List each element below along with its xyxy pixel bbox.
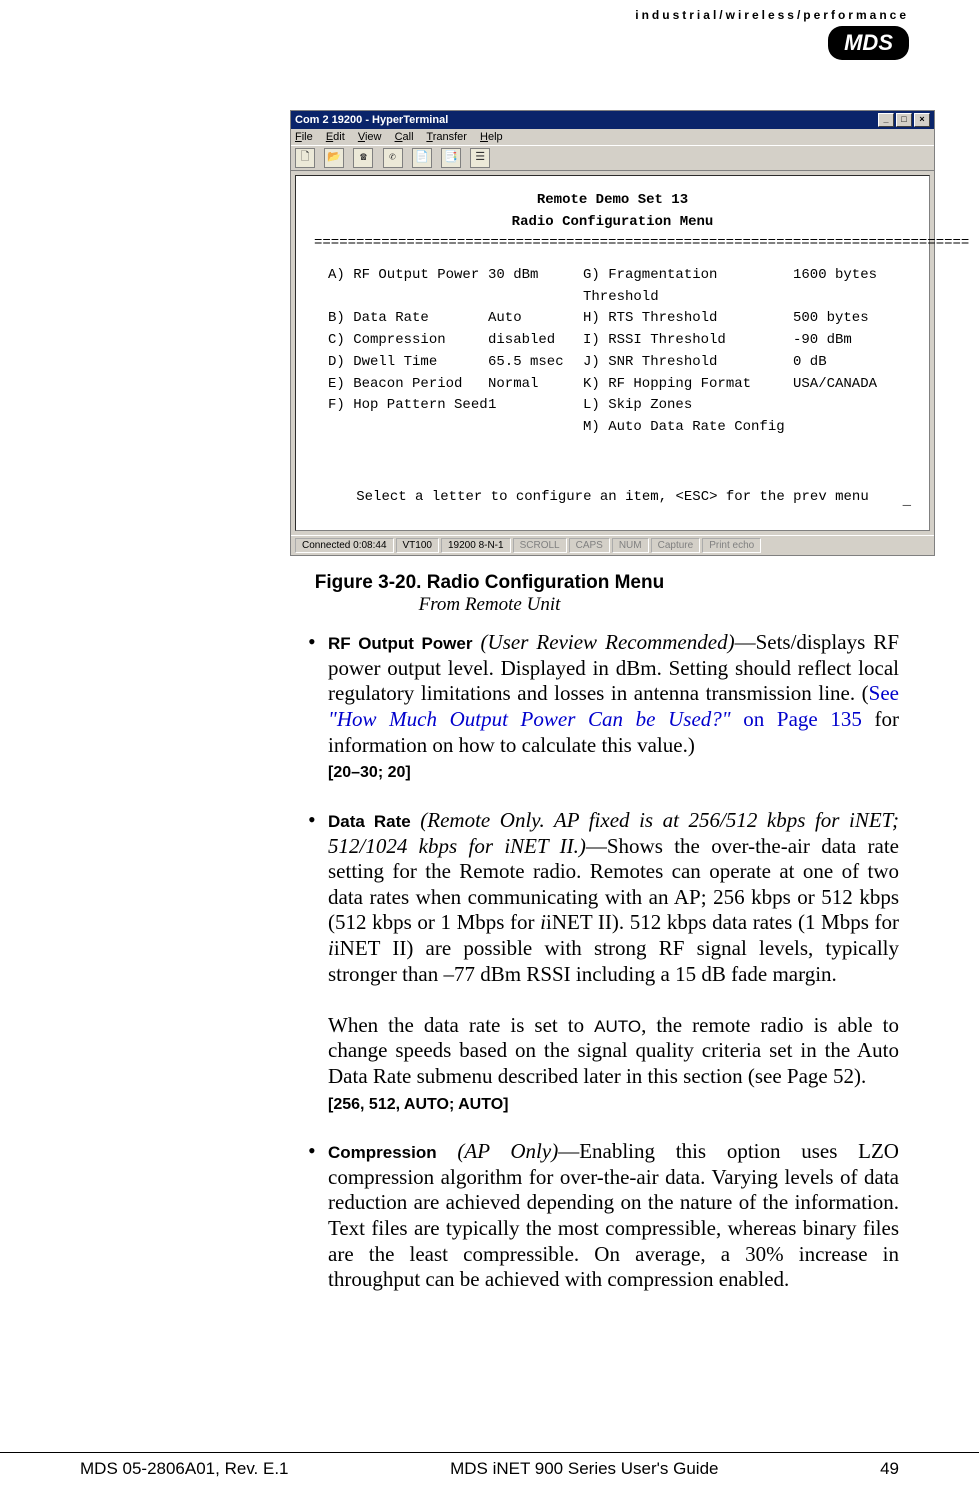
menubar: File Edit View Call Transfer Help (291, 129, 934, 145)
tool-open-icon[interactable]: 📂 (324, 148, 344, 168)
terminal-screen[interactable]: Remote Demo Set 13 Radio Configuration M… (295, 175, 930, 531)
status-num: NUM (612, 538, 649, 553)
menu-file[interactable]: File (295, 131, 313, 143)
cursor-icon: _ (903, 491, 911, 513)
config-row: E) Beacon Period Normal K) RF Hopping Fo… (328, 374, 911, 396)
opt-e-value: Normal (488, 374, 583, 396)
tool-new-icon[interactable]: 🗋 (295, 148, 315, 168)
opt-c-value: disabled (488, 330, 583, 352)
config-row: B) Data Rate Auto H) RTS Threshold 500 b… (328, 308, 911, 330)
dr-para2a: When the data rate is set to (328, 1013, 594, 1037)
tagline: industrial/wireless/performance (80, 8, 909, 22)
dr-inet-2: iNET II) are possible with strong RF sig… (328, 936, 899, 986)
opt-a-value: 30 dBm (488, 265, 583, 308)
status-emulation: VT100 (396, 538, 439, 553)
rf-range: [20–30; 20] (328, 764, 411, 781)
qual-comp: (AP Only) (437, 1139, 559, 1163)
page-footer: MDS 05-2806A01, Rev. E.1 MDS iNET 900 Se… (0, 1452, 979, 1479)
opt-g-value: 1600 bytes (793, 265, 877, 308)
config-row: F) Hop Pattern Seed 1 L) Skip Zones (328, 395, 911, 417)
auto-label: AUTO (594, 1017, 641, 1036)
minimize-icon[interactable]: _ (878, 113, 894, 127)
qual-rf: (User Review Recommended) (472, 630, 734, 654)
opt-f-label: F) Hop Pattern Seed (328, 395, 488, 417)
opt-h-value: 500 bytes (793, 308, 869, 330)
config-row: M) Auto Data Rate Config (328, 417, 911, 439)
tool-hangup-icon[interactable]: ✆ (383, 148, 403, 168)
toolbar: 🗋 📂 ☎ ✆ 📄 📑 ☰ (291, 145, 934, 171)
menu-call[interactable]: Call (395, 131, 414, 143)
screen-title-2: Radio Configuration Menu (314, 212, 911, 234)
footer-left: MDS 05-2806A01, Rev. E.1 (80, 1459, 289, 1479)
opt-a-label: A) RF Output Power (328, 265, 488, 308)
status-print: Print echo (702, 538, 761, 553)
tool-send-icon[interactable]: 📄 (412, 148, 432, 168)
opt-d-value: 65.5 msec (488, 352, 583, 374)
status-caps: CAPS (569, 538, 610, 553)
bullet-compression: Compression (AP Only)—Enabling this opti… (308, 1139, 899, 1293)
divider: ========================================… (314, 233, 911, 255)
term-rf: RF Output Power (328, 634, 472, 653)
figure-caption: Figure 3-20. Radio Configuration Menu (80, 572, 899, 594)
config-row: D) Dwell Time 65.5 msec J) SNR Threshold… (328, 352, 911, 374)
link-page[interactable]: on Page 135 (731, 707, 862, 731)
footer-right: 49 (880, 1459, 899, 1479)
page-header: industrial/wireless/performance MDS (80, 8, 909, 60)
term-dr: Data Rate (328, 812, 411, 831)
dr-inet-1: iNET II). 512 kbps data rates (1 Mbps fo… (546, 910, 899, 934)
menu-edit[interactable]: Edit (326, 131, 345, 143)
status-settings: 19200 8-N-1 (441, 538, 511, 553)
opt-k-label: K) RF Hopping Format (583, 374, 793, 396)
screen-title-1: Remote Demo Set 13 (314, 190, 911, 212)
window-title: Com 2 19200 - HyperTerminal (295, 114, 448, 126)
opt-b-label: B) Data Rate (328, 308, 488, 330)
bullet-data-rate: Data Rate (Remote Only. AP fixed is at 2… (308, 808, 899, 1115)
menu-view[interactable]: View (358, 131, 382, 143)
tool-recv-icon[interactable]: 📑 (441, 148, 461, 168)
opt-d-label: D) Dwell Time (328, 352, 488, 374)
maximize-icon[interactable]: □ (896, 113, 912, 127)
status-capture: Capture (651, 538, 701, 553)
link-quote[interactable]: "How Much Output Power Can be Used?" (328, 707, 731, 731)
opt-c-label: C) Compression (328, 330, 488, 352)
close-icon[interactable]: × (914, 113, 930, 127)
menu-help[interactable]: Help (480, 131, 503, 143)
window-titlebar: Com 2 19200 - HyperTerminal _ □ × (291, 111, 934, 129)
prompt: Select a letter to configure an item, <E… (314, 487, 911, 509)
opt-j-value: 0 dB (793, 352, 827, 374)
term-comp: Compression (328, 1143, 437, 1162)
opt-e-label: E) Beacon Period (328, 374, 488, 396)
opt-g-label: G) Fragmentation Threshold (583, 265, 793, 308)
body-content: RF Output Power (User Review Recommended… (308, 630, 899, 1293)
hyperterminal-window: Com 2 19200 - HyperTerminal _ □ × File E… (290, 110, 935, 556)
footer-center: MDS iNET 900 Series User's Guide (450, 1459, 718, 1479)
status-connected: Connected 0:08:44 (295, 538, 394, 553)
opt-l-label: L) Skip Zones (583, 395, 793, 417)
tool-props-icon[interactable]: ☰ (470, 148, 490, 168)
page: industrial/wireless/performance MDS Com … (0, 0, 979, 1503)
opt-i-label: I) RSSI Threshold (583, 330, 793, 352)
config-row: C) Compression disabled I) RSSI Threshol… (328, 330, 911, 352)
tool-call-icon[interactable]: ☎ (353, 148, 373, 168)
opt-i-value: -90 dBm (793, 330, 852, 352)
menu-transfer[interactable]: Transfer (426, 131, 467, 143)
status-scroll: SCROLL (513, 538, 567, 553)
figure-subcaption: From Remote Unit (80, 594, 899, 616)
bullet-rf-output-power: RF Output Power (User Review Recommended… (308, 630, 899, 784)
opt-h-label: H) RTS Threshold (583, 308, 793, 330)
statusbar: Connected 0:08:44 VT100 19200 8-N-1 SCRO… (291, 535, 934, 555)
logo: MDS (828, 26, 909, 60)
opt-j-label: J) SNR Threshold (583, 352, 793, 374)
opt-m-label: M) Auto Data Rate Config (583, 417, 793, 439)
window-buttons: _ □ × (878, 113, 930, 127)
opt-b-value: Auto (488, 308, 583, 330)
link-see[interactable]: See (869, 681, 899, 705)
dr-range: [256, 512, AUTO; AUTO] (328, 1096, 509, 1113)
opt-f-value: 1 (488, 395, 583, 417)
config-row: A) RF Output Power 30 dBm G) Fragmentati… (328, 265, 911, 308)
opt-k-value: USA/CANADA (793, 374, 877, 396)
